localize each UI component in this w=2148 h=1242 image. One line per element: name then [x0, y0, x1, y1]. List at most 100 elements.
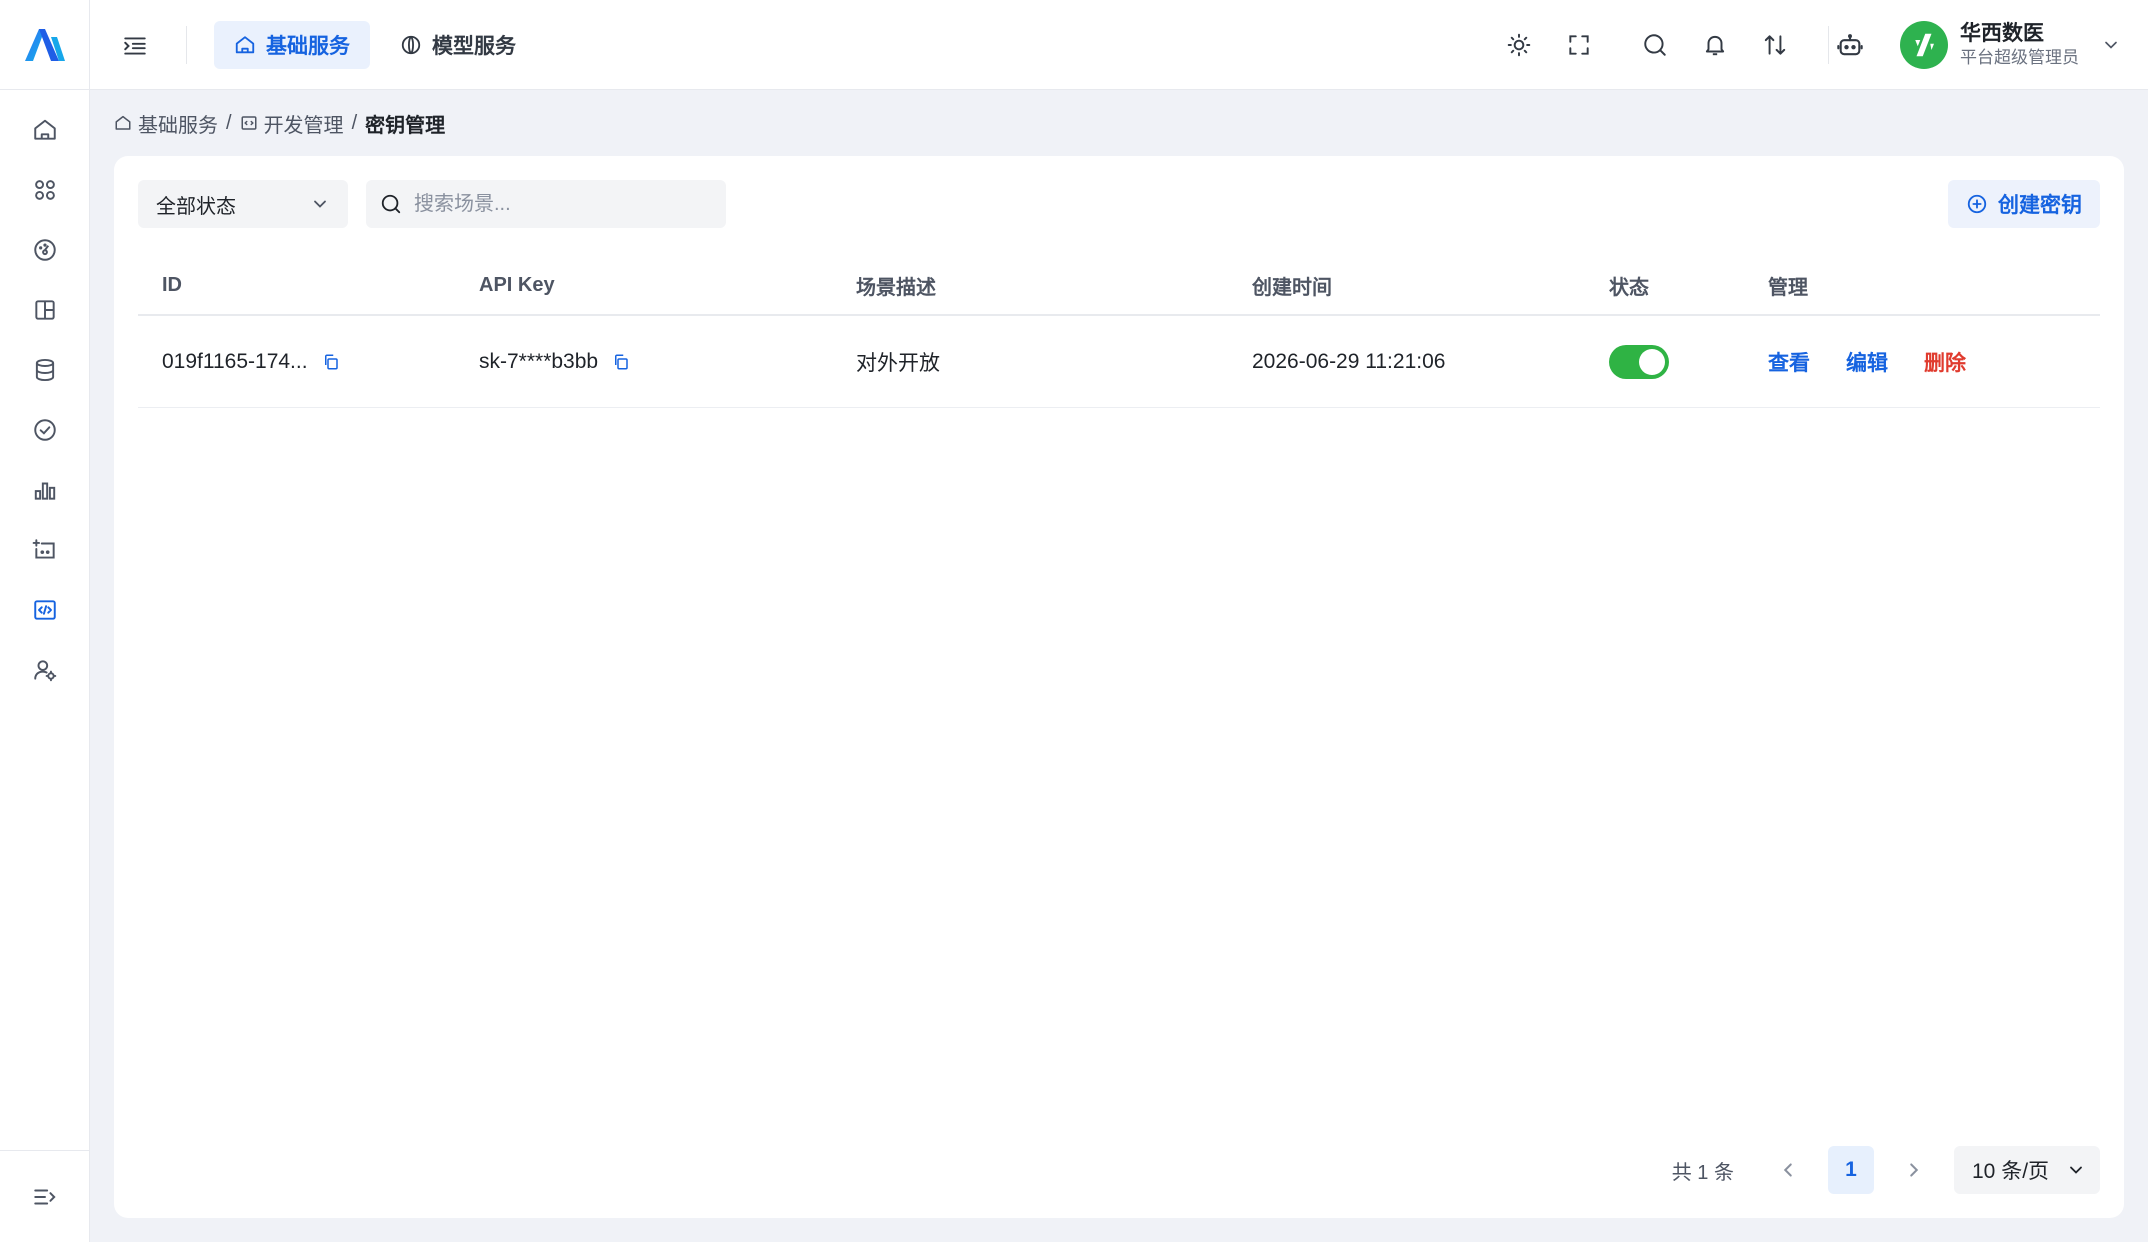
tab-label: 基础服务: [266, 35, 350, 58]
topbar-divider: [1828, 26, 1829, 64]
prev-page-button[interactable]: [1768, 1146, 1808, 1194]
api-key-table: ID API Key 场景描述 创建时间 状态 管理 019f1165-174.…: [138, 256, 2100, 408]
top-bar: 基础服务 模型服务 华西数医 平台超级管理员: [90, 0, 2148, 90]
chevron-left-icon: [1783, 1163, 1792, 1177]
breadcrumb-label: 开发管理: [263, 114, 344, 137]
sidebar-item-users[interactable]: [0, 640, 90, 700]
robot-icon: [1837, 34, 1863, 56]
theme-toggle-button[interactable]: [1506, 32, 1532, 58]
tab-basic-services[interactable]: 基础服务: [214, 21, 370, 69]
copy-key-icon[interactable]: [612, 353, 630, 371]
breadcrumb-separator: /: [351, 111, 358, 134]
sidebar-item-database[interactable]: [0, 340, 90, 400]
cell-api-key: sk-7****b3bb: [455, 350, 832, 374]
breadcrumb-separator: /: [226, 111, 232, 134]
fullscreen-icon: [1569, 35, 1589, 55]
sidebar-item-home[interactable]: [0, 100, 90, 160]
sort-button[interactable]: [1762, 32, 1788, 58]
status-toggle[interactable]: [1609, 344, 1669, 379]
home-icon: [115, 115, 131, 130]
table-header: ID API Key 场景描述 创建时间 状态 管理: [138, 256, 2100, 316]
delete-button[interactable]: 删除: [1924, 347, 1966, 377]
apps-grid-icon: [35, 180, 55, 200]
column-header-created-time: 创建时间: [1252, 276, 1332, 299]
cell-status: [1585, 344, 1744, 379]
create-key-button[interactable]: 创建密钥: [1948, 180, 2100, 228]
sidebar-item-devices[interactable]: [0, 520, 90, 580]
check-circle-icon: [34, 419, 56, 441]
expand-menu-icon: [34, 1189, 56, 1204]
chevron-down-icon: [2070, 1166, 2082, 1174]
home-icon: [34, 119, 56, 140]
search-icon: [381, 194, 401, 214]
sidebar-item-dashboard[interactable]: [0, 220, 90, 280]
sidebar-item-analytics[interactable]: [0, 460, 90, 520]
plus-circle-icon: [1967, 194, 1987, 214]
indent-menu-icon: [124, 37, 146, 55]
collapse-sidebar-button[interactable]: [122, 33, 148, 59]
page-size-value: 10 条/页: [1972, 1160, 2050, 1183]
breadcrumb-label: 基础服务: [138, 114, 218, 137]
avatar: [1900, 21, 1948, 69]
sort-arrows-icon: [1764, 35, 1786, 55]
column-header-manage: 管理: [1768, 276, 1808, 299]
copy-id-icon[interactable]: [322, 353, 340, 371]
sidebar-item-developer[interactable]: [0, 580, 90, 640]
user-settings-icon: [34, 660, 57, 682]
status-filter-select[interactable]: 全部状态: [138, 180, 348, 228]
sidebar: [0, 0, 90, 1242]
app-logo[interactable]: [0, 0, 90, 90]
column-header-api-key: API Key: [479, 273, 555, 296]
key-management-card: 全部状态 创建密钥 ID API Key 场景描述 创建时间 状态 管理 019…: [114, 156, 2124, 1218]
toggle-knob: [1639, 348, 1665, 375]
sidebar-item-layout[interactable]: [0, 280, 90, 340]
scene-search-input[interactable]: [414, 192, 712, 216]
tab-label: 模型服务: [432, 35, 516, 58]
column-header-id: ID: [162, 273, 182, 296]
page-size-select[interactable]: 10 条/页: [1954, 1146, 2100, 1194]
code-icon: [241, 116, 257, 130]
sidebar-expand-button[interactable]: [0, 1150, 90, 1242]
breadcrumb-item-dev-management[interactable]: 开发管理: [240, 109, 344, 138]
cell-id: 019f1165-174...: [138, 350, 455, 374]
edit-button[interactable]: 编辑: [1846, 347, 1888, 377]
dashboard-gauge-icon: [34, 239, 56, 261]
column-header-description: 场景描述: [856, 276, 936, 299]
status-filter-value: 全部状态: [156, 195, 236, 218]
topbar-divider: [186, 26, 187, 64]
cell-manage: 查看 编辑 删除: [1744, 347, 2100, 377]
sidebar-item-apps[interactable]: [0, 160, 90, 220]
next-page-button[interactable]: [1894, 1146, 1934, 1194]
sidebar-nav: [0, 100, 90, 700]
cell-description: 对外开放: [856, 351, 940, 375]
model-icon: [401, 35, 421, 55]
chevron-right-icon: [1910, 1163, 1919, 1177]
column-header-status: 状态: [1609, 276, 1649, 299]
home-icon: [235, 36, 255, 54]
view-button[interactable]: 查看: [1768, 347, 1810, 377]
user-role: 平台超级管理员: [1960, 48, 2079, 67]
pagination: 共 1 条 1 10 条/页: [1672, 1146, 2100, 1194]
add-device-icon: [32, 539, 55, 559]
user-name: 华西数医: [1960, 22, 2044, 45]
breadcrumb-item-current: 密钥管理: [365, 114, 446, 137]
user-menu[interactable]: 华西数医 平台超级管理员: [1900, 20, 2121, 70]
cell-created-time: 2026-06-29 11:21:06: [1252, 349, 1446, 373]
page-number-current[interactable]: 1: [1828, 1146, 1874, 1194]
breadcrumb-item-basic-services[interactable]: 基础服务: [114, 109, 218, 138]
tab-model-services[interactable]: 模型服务: [380, 21, 536, 69]
chevron-down-icon: [314, 200, 326, 208]
bell-icon: [1705, 35, 1725, 56]
notifications-button[interactable]: [1702, 32, 1728, 58]
fullscreen-button[interactable]: [1566, 32, 1592, 58]
total-count: 共 1 条: [1671, 1161, 1734, 1184]
logo-icon: [25, 28, 65, 61]
chevron-down-icon: [2105, 41, 2117, 49]
sidebar-item-tasks[interactable]: [0, 400, 90, 460]
bar-chart-icon: [34, 482, 56, 500]
theme-sun-icon: [1507, 33, 1531, 57]
api-key-text: sk-7****b3bb: [479, 349, 599, 373]
global-search-button[interactable]: [1642, 32, 1668, 58]
assistant-button[interactable]: [1836, 32, 1864, 60]
create-key-label: 创建密钥: [1998, 194, 2082, 217]
